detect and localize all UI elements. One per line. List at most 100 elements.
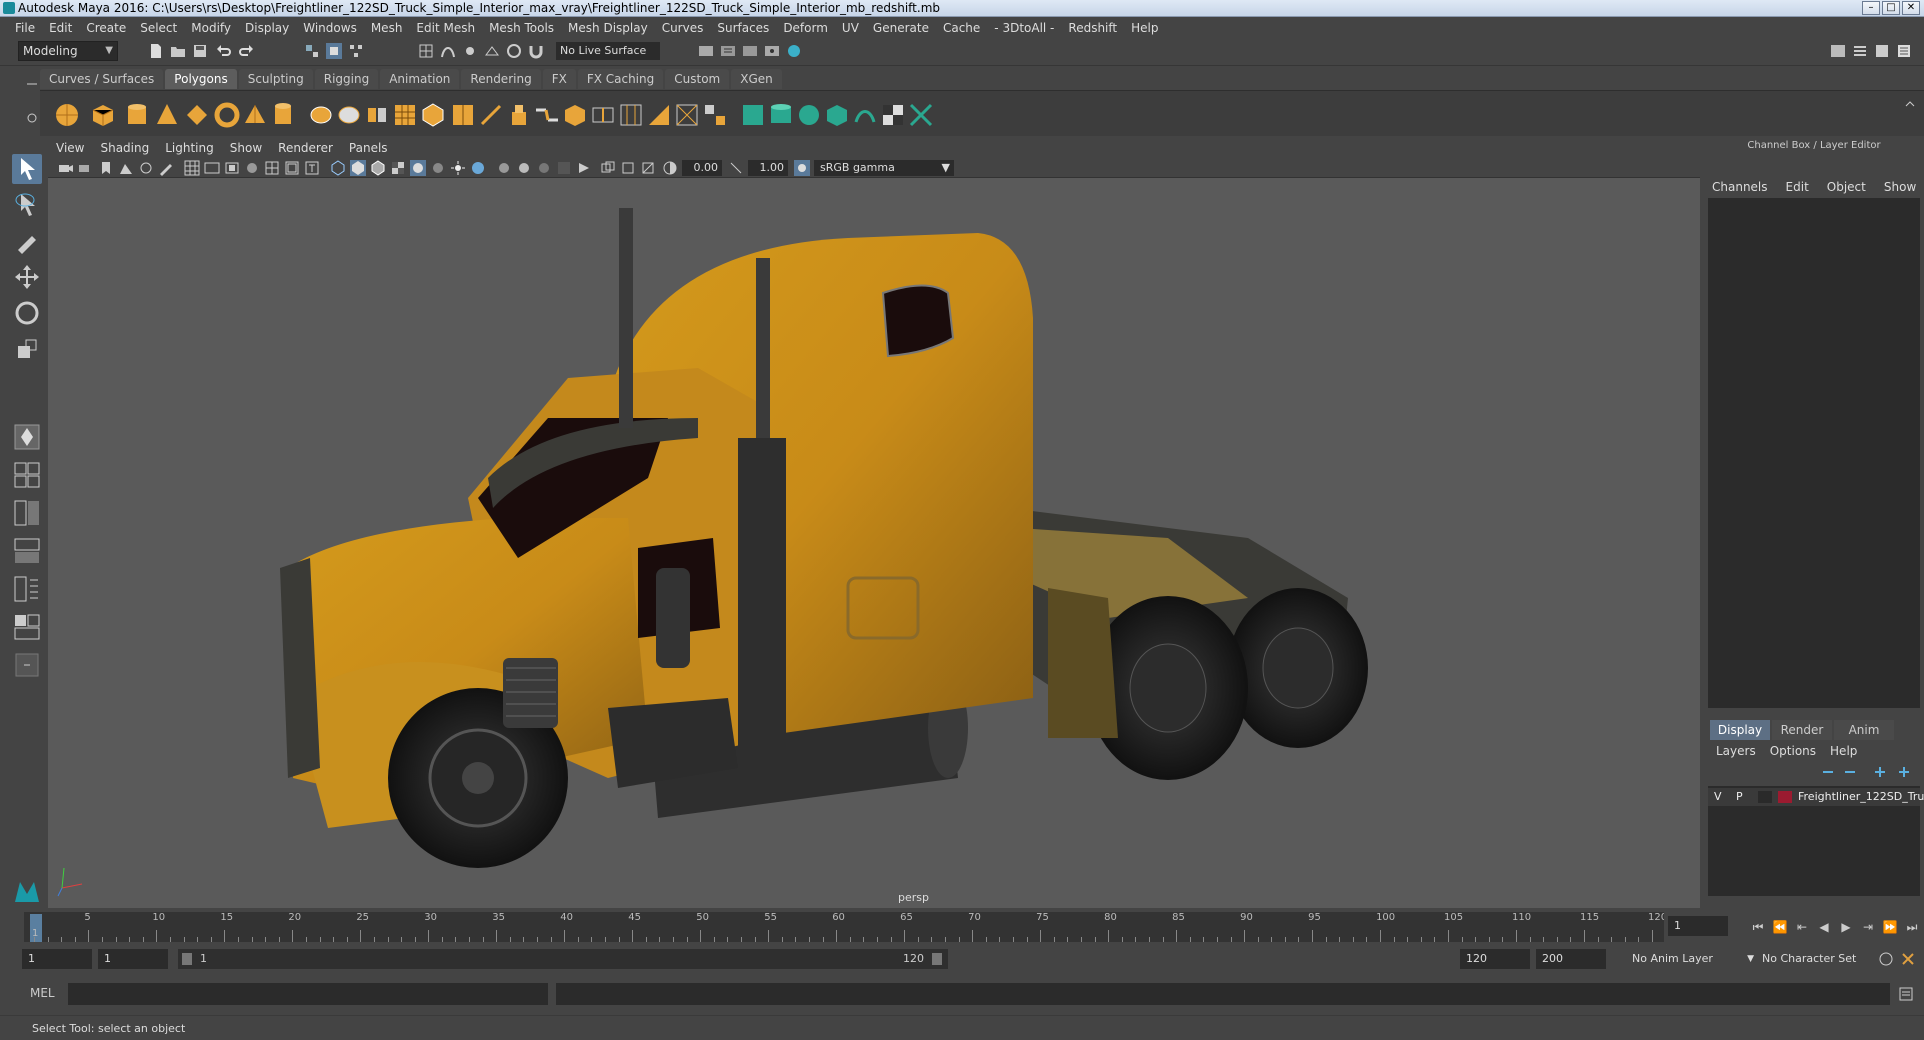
multi-cut-icon[interactable] [478,102,504,128]
anti-aliasing-icon[interactable] [536,160,552,176]
grease-pencil-icon[interactable] [158,160,174,176]
menu-deform[interactable]: Deform [776,21,835,35]
poly-cone-icon[interactable] [154,102,180,128]
camera-attributes-icon[interactable] [78,160,94,176]
menu-help[interactable]: Help [1124,21,1165,35]
light-icon[interactable] [450,160,466,176]
view-transform-dropdown[interactable]: sRGB gamma ▼ [814,160,954,176]
layer-tab-display[interactable]: Display [1710,720,1770,740]
scale-tool-icon[interactable] [12,334,42,364]
image-plane-icon[interactable] [118,160,134,176]
layer-tab-anim[interactable]: Anim [1834,720,1894,740]
animation-preferences-icon[interactable] [1900,951,1916,967]
layer-playback-toggle[interactable]: P [1736,788,1743,806]
menu-surfaces[interactable]: Surfaces [710,21,776,35]
film-gate-icon[interactable] [204,160,220,176]
reduce-icon[interactable] [420,102,446,128]
checker-map-icon[interactable] [880,102,906,128]
spherical-mapping-icon[interactable] [796,102,822,128]
extrude-icon[interactable] [506,102,532,128]
depth-of-field-icon[interactable] [556,160,572,176]
menu-mesh-display[interactable]: Mesh Display [561,21,655,35]
menu-select[interactable]: Select [133,21,184,35]
undo-icon[interactable] [216,43,232,59]
rotate-tool-icon[interactable] [12,298,42,328]
xray-icon[interactable] [600,160,616,176]
snap-to-grid-icon[interactable] [418,43,434,59]
render-view-icon[interactable] [698,43,714,59]
poly-plane-icon[interactable] [184,102,210,128]
single-perspective-layout-icon[interactable] [12,422,42,452]
xray-components-icon[interactable] [640,160,656,176]
layout-menu-icon[interactable] [12,650,42,680]
offset-edge-loop-icon[interactable] [618,102,644,128]
range-slider[interactable]: 1 120 [178,949,948,969]
2d-pan-zoom-icon[interactable] [138,160,154,176]
layer-row[interactable]: V P Freightliner_122SD_Tru [1708,788,1924,806]
current-frame-field[interactable]: 1 [1668,916,1728,936]
combine-icon[interactable] [308,102,334,128]
paint-select-tool-icon[interactable] [12,226,42,256]
textured-icon[interactable] [390,160,406,176]
menu-edit[interactable]: Edit [42,21,79,35]
resolution-gate-icon[interactable] [224,160,240,176]
safe-action-icon[interactable] [284,160,300,176]
xray-joints-icon[interactable] [620,160,636,176]
poly-sphere-icon[interactable] [54,102,80,128]
minimize-button[interactable]: – [1862,1,1880,15]
tool-settings-icon[interactable] [1852,43,1868,59]
range-start-handle[interactable] [182,953,192,965]
isolate-select-icon[interactable] [576,160,592,176]
play-backwards-icon[interactable]: ◀ [1816,920,1832,934]
move-layer-down-icon[interactable] [1842,764,1858,780]
step-back-frame-icon[interactable]: ⏪ [1772,920,1788,934]
menu-generate[interactable]: Generate [866,21,936,35]
select-by-object-icon[interactable] [326,43,342,59]
shelf-tab-rendering[interactable]: Rendering [461,69,541,89]
live-surface-field[interactable]: No Live Surface [556,42,660,60]
uv-layout-icon[interactable] [12,612,42,642]
panel-menu-panels[interactable]: Panels [341,141,396,155]
menu-modify[interactable]: Modify [184,21,238,35]
menu-windows[interactable]: Windows [296,21,364,35]
smooth-icon[interactable] [392,102,418,128]
menu-cache[interactable]: Cache [936,21,987,35]
make-live-icon[interactable] [506,43,522,59]
ambient-occlusion-icon[interactable] [470,160,486,176]
select-by-hierarchy-icon[interactable] [304,43,320,59]
field-chart-icon[interactable] [264,160,280,176]
wireframe-on-shaded-icon[interactable] [370,160,386,176]
command-language-label[interactable]: MEL [30,986,55,1000]
script-editor-icon[interactable] [1898,986,1914,1002]
layer-menu-options[interactable]: Options [1770,744,1816,758]
poly-cube-icon[interactable] [90,102,116,128]
exposure-field[interactable]: 0.00 [682,160,722,176]
gamma-field[interactable]: 1.00 [748,160,788,176]
animation-start-field[interactable]: 1 [22,949,92,969]
shelf-tab-polygons[interactable]: Polygons [165,69,237,89]
shelf-tab-xgen[interactable]: XGen [731,69,782,89]
screen-space-ao-icon[interactable] [496,160,512,176]
poly-torus-icon[interactable] [214,102,240,128]
separate-icon[interactable] [336,102,362,128]
redo-icon[interactable] [238,43,254,59]
layer-tab-render[interactable]: Render [1772,720,1832,740]
select-by-component-icon[interactable] [348,43,364,59]
menu-display[interactable]: Display [238,21,296,35]
snap-to-point-icon[interactable] [462,43,478,59]
gate-mask-icon[interactable] [244,160,260,176]
animation-end-field[interactable]: 200 [1536,949,1606,969]
close-button[interactable]: ✕ [1902,1,1920,15]
shelf-tab-custom[interactable]: Custom [665,69,730,89]
menu-redshift[interactable]: Redshift [1061,21,1124,35]
hypershade-icon[interactable] [786,43,802,59]
snap-to-view-plane-icon[interactable] [484,43,500,59]
channel-box-menu-show[interactable]: Show [1884,180,1916,194]
channel-box-menu-channels[interactable]: Channels [1712,180,1768,194]
shelf-tab-animation[interactable]: Animation [380,69,460,89]
menu-mesh[interactable]: Mesh [364,21,410,35]
panel-menu-view[interactable]: View [48,141,92,155]
step-forward-frame-icon[interactable]: ⏩ [1882,920,1898,934]
character-set-dropdown[interactable]: No Character Set [1756,949,1876,969]
bevel-icon[interactable] [562,102,588,128]
